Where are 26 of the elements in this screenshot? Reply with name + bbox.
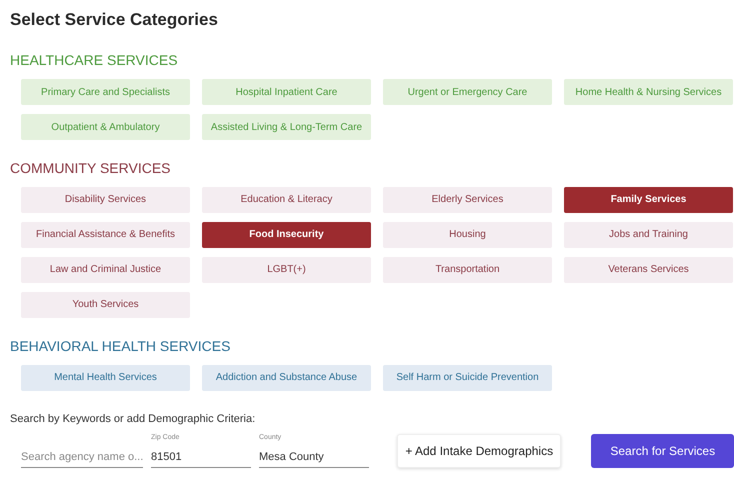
- add-demographics-button[interactable]: + Add Intake Demographics: [397, 434, 562, 468]
- category-button[interactable]: Education & Literacy: [202, 186, 371, 213]
- category-button[interactable]: Youth Services: [21, 292, 190, 318]
- category-button[interactable]: Self Harm or Suicide Prevention: [383, 364, 552, 391]
- category-button[interactable]: Jobs and Training: [564, 222, 733, 248]
- keyword-field[interactable]: Search agency name o...: [21, 446, 143, 468]
- category-button[interactable]: Housing: [383, 222, 552, 248]
- page-title: Select Service Categories: [10, 10, 219, 30]
- category-button[interactable]: Family Services: [564, 186, 733, 213]
- category-button[interactable]: Law and Criminal Justice: [21, 256, 190, 283]
- section-heading: BEHAVIORAL HEALTH SERVICES: [10, 338, 232, 355]
- category-button[interactable]: LGBT(+): [202, 256, 371, 283]
- category-button[interactable]: Addiction and Substance Abuse: [202, 364, 371, 391]
- category-button[interactable]: Disability Services: [21, 186, 190, 213]
- section-heading: COMMUNITY SERVICES: [10, 160, 172, 177]
- category-button[interactable]: Elderly Services: [383, 186, 552, 213]
- zip-code-field[interactable]: 81501: [151, 446, 251, 468]
- search-button[interactable]: Search for Services: [591, 434, 734, 468]
- category-button[interactable]: Financial Assistance & Benefits: [21, 222, 190, 248]
- category-button[interactable]: Transportation: [383, 256, 552, 283]
- search-label: Search by Keywords or add Demographic Criteria:: [10, 412, 256, 427]
- category-button[interactable]: Mental Health Services: [21, 364, 190, 391]
- section-heading: HEALTHCARE SERVICES: [10, 52, 179, 70]
- category-button[interactable]: Veterans Services: [564, 256, 733, 283]
- category-button[interactable]: Food Insecurity: [202, 222, 371, 248]
- county-field[interactable]: Mesa County: [259, 446, 369, 468]
